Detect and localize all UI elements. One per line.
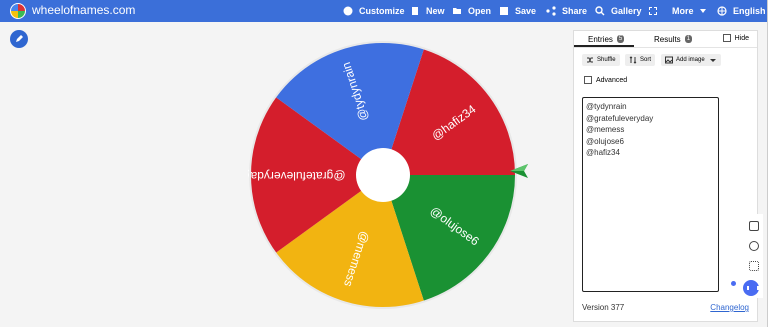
save-icon — [500, 7, 508, 15]
save-button[interactable]: Save — [499, 0, 536, 22]
tab-entries-label: Entries — [588, 34, 613, 44]
results-count-badge: 1 — [684, 35, 693, 43]
entries-panel: Entries 5 Results 1 Hide Shuffle Sort Ad… — [573, 30, 758, 322]
save-label: Save — [515, 6, 537, 16]
entry-line: @hafiz34 — [586, 148, 620, 157]
shuffle-icon — [587, 57, 593, 63]
entry-line: @memess — [586, 125, 625, 134]
entries-count-badge: 5 — [616, 35, 625, 43]
book-icon[interactable] — [749, 221, 759, 231]
new-label: New — [426, 6, 445, 16]
wheel-slice-label: @gratefuleveryday — [248, 169, 345, 183]
chat-icon[interactable] — [743, 280, 759, 296]
wheel-center — [356, 148, 410, 202]
hide-label: Hide — [734, 34, 749, 42]
sort-button[interactable]: Sort — [625, 54, 656, 66]
add-image-button[interactable]: Add image — [661, 54, 721, 66]
settings-icon[interactable] — [749, 241, 759, 251]
wheel[interactable]: @hafiz34@olujose6@memess@gratefuleveryda… — [248, 40, 518, 310]
pencil-icon — [16, 35, 23, 42]
chevron-down-icon — [699, 9, 706, 13]
checkbox-icon — [584, 76, 592, 84]
tab-results[interactable]: Results 1 — [654, 31, 693, 47]
search-icon — [595, 6, 605, 16]
image-icon — [665, 56, 673, 64]
fullscreen-button[interactable] — [648, 0, 664, 22]
customize-label: Customize — [359, 6, 405, 16]
status-dot — [731, 281, 736, 286]
sort-icon — [629, 56, 637, 64]
advanced-checkbox[interactable]: Advanced — [584, 76, 627, 84]
panel-tabs: Entries 5 Results 1 Hide — [574, 31, 757, 48]
wheel-logo-icon[interactable] — [10, 3, 26, 19]
more-label: More — [672, 6, 694, 16]
shuffle-label: Shuffle — [597, 57, 616, 63]
version-label: Version 377 — [582, 303, 625, 312]
active-tab-indicator — [574, 45, 634, 47]
add-image-label: Add image — [676, 57, 705, 63]
palette-icon — [343, 6, 353, 16]
fullscreen-icon — [649, 7, 657, 15]
entry-line: @tydynrain — [586, 102, 627, 111]
open-label: Open — [468, 6, 492, 16]
chevron-down-icon — [709, 59, 716, 62]
open-button[interactable]: Open — [452, 0, 491, 22]
gallery-label: Gallery — [611, 6, 642, 16]
edit-title-button[interactable] — [10, 30, 28, 48]
entries-textarea[interactable]: @tydynrain @gratefuleveryday @memess @ol… — [582, 97, 719, 292]
grid-icon[interactable] — [749, 261, 759, 271]
new-file-icon — [412, 7, 418, 15]
share-label: Share — [562, 6, 588, 16]
entry-line: @olujose6 — [586, 136, 624, 146]
checkbox-icon — [722, 34, 731, 42]
more-button[interactable]: More — [672, 0, 714, 22]
pointer-icon — [510, 164, 528, 178]
share-icon — [546, 6, 556, 16]
advanced-label: Advanced — [596, 76, 628, 84]
new-button[interactable]: New — [410, 0, 445, 22]
changelog-link[interactable]: Changelog — [710, 303, 749, 312]
share-button[interactable]: Share — [546, 0, 587, 22]
language-label: English — [733, 6, 766, 16]
tab-results-label: Results — [654, 34, 681, 44]
site-name[interactable]: wheelofnames.com — [32, 3, 135, 17]
customize-button[interactable]: Customize — [343, 0, 405, 22]
hide-checkbox[interactable]: Hide — [722, 34, 749, 42]
sort-label: Sort — [640, 57, 652, 63]
language-button[interactable]: English — [717, 0, 766, 22]
folder-icon — [453, 8, 461, 14]
top-bar: wheelofnames.com Customize New Open Save… — [0, 0, 768, 22]
globe-icon — [717, 6, 727, 16]
gallery-button[interactable]: Gallery — [595, 0, 642, 22]
entry-line: @gratefuleveryday — [586, 113, 654, 123]
shuffle-button[interactable]: Shuffle — [582, 54, 620, 66]
